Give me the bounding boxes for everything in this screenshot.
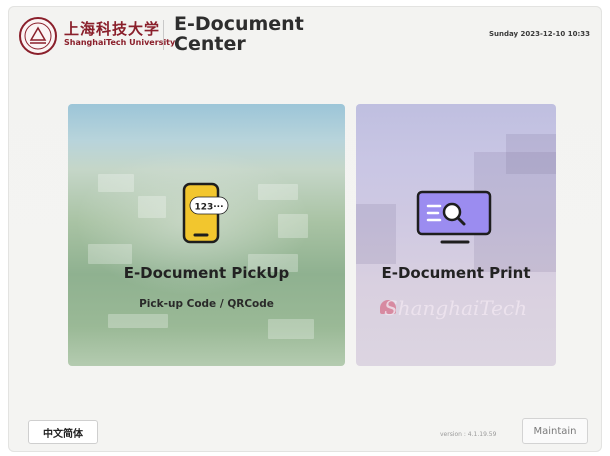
university-name-en: ShanghaiTech University — [64, 38, 176, 47]
pickup-code-text: 123··· — [194, 203, 223, 213]
shanghaitech-sign: ShanghaiTech — [384, 296, 528, 320]
language-toggle-button[interactable]: 中文简体 — [28, 420, 98, 444]
kiosk-screen: 上海科技大学 ShanghaiTech University E-Documen… — [8, 6, 602, 452]
print-card-title: E-Document Print — [381, 264, 531, 282]
app-title: E-Document Center — [174, 13, 304, 55]
maintain-button[interactable]: Maintain — [522, 418, 588, 444]
phone-code-icon: 123··· — [180, 182, 230, 244]
datetime-display: Sunday 2023-12-10 10:33 — [488, 30, 590, 38]
pickup-card-subtitle: Pick-up Code / QRCode — [139, 298, 274, 310]
university-name-cn: 上海科技大学 — [64, 20, 161, 38]
header-divider — [163, 20, 164, 50]
monitor-search-icon — [416, 190, 496, 246]
pickup-card-title: E-Document PickUp — [123, 264, 290, 282]
print-card[interactable]: ShanghaiTech E-Document Print — [356, 104, 556, 366]
university-logo — [18, 16, 58, 56]
pickup-card[interactable]: 123··· E-Document PickUp Pick-up Code / … — [68, 104, 345, 366]
version-label: version : 4.1.19.59 — [440, 431, 497, 438]
